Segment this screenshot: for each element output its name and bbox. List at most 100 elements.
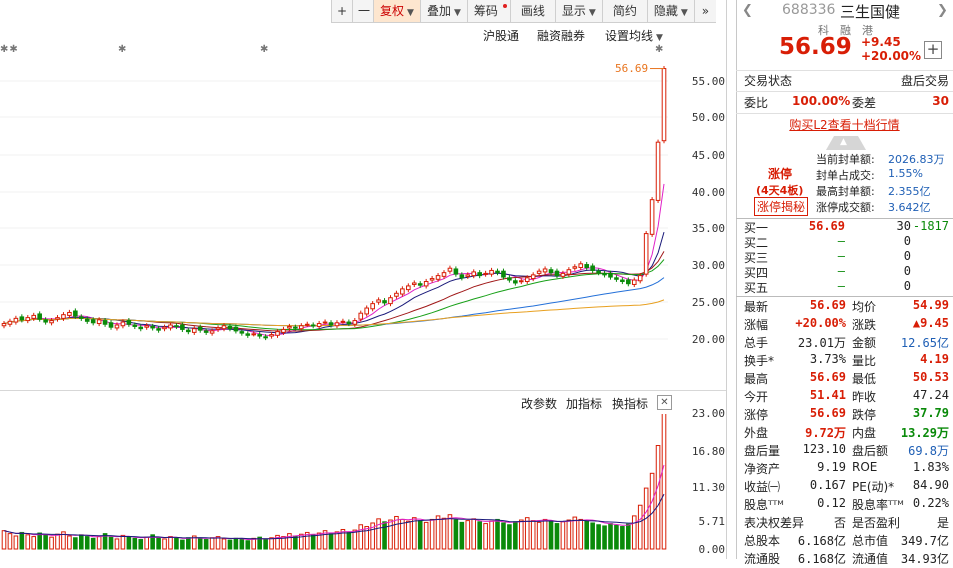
volume-bar[interactable] [584, 520, 590, 550]
volume-bar[interactable] [55, 533, 60, 550]
candle[interactable] [73, 310, 78, 317]
edit-params-button[interactable]: 改参数 [521, 395, 557, 412]
volume-bar[interactable] [435, 515, 441, 550]
candle[interactable] [197, 326, 203, 331]
volume-bar[interactable] [602, 525, 607, 550]
volume-bar[interactable] [358, 524, 364, 550]
volume-bar[interactable] [471, 518, 477, 550]
candle[interactable] [382, 300, 387, 304]
volume-bar[interactable] [501, 522, 506, 550]
volume-bar[interactable] [572, 516, 578, 550]
candle[interactable] [180, 324, 185, 330]
candle[interactable] [7, 320, 13, 325]
volume-bar[interactable] [37, 532, 42, 550]
candle[interactable] [334, 322, 340, 327]
volume-bar[interactable] [394, 515, 399, 550]
volume-bar[interactable] [477, 521, 482, 550]
candle[interactable] [649, 199, 655, 235]
volume-bar[interactable] [132, 537, 138, 550]
candle[interactable] [524, 277, 530, 283]
candle[interactable] [578, 263, 584, 268]
candle[interactable] [513, 280, 518, 284]
candle[interactable] [156, 328, 161, 331]
volume-bar[interactable] [1, 530, 7, 550]
candle[interactable] [191, 328, 197, 333]
candle[interactable] [626, 279, 631, 285]
volume-bar[interactable] [114, 538, 120, 550]
volume-bar[interactable] [90, 537, 96, 550]
candle[interactable] [275, 331, 280, 336]
candle[interactable] [483, 272, 488, 275]
candle[interactable] [203, 330, 209, 333]
candle[interactable] [596, 270, 601, 274]
candle[interactable] [394, 292, 399, 297]
candle[interactable] [471, 271, 477, 277]
candle[interactable] [608, 272, 613, 278]
candle[interactable] [298, 325, 304, 330]
candle[interactable] [388, 297, 393, 305]
candle[interactable] [602, 272, 607, 276]
candle[interactable] [554, 270, 560, 277]
candle[interactable] [49, 320, 54, 324]
candle[interactable] [584, 264, 590, 268]
orderbook-row[interactable]: 买五 — 0 [736, 279, 953, 295]
candle[interactable] [536, 270, 542, 274]
candle[interactable] [13, 317, 19, 323]
candle[interactable] [435, 275, 441, 280]
candle[interactable] [209, 330, 215, 334]
zoom-out-button[interactable]: 一 [352, 0, 373, 22]
candle[interactable] [150, 325, 155, 329]
volume-bar[interactable] [614, 524, 619, 550]
volume-bar[interactable] [411, 517, 417, 550]
candle[interactable] [293, 326, 298, 329]
candle[interactable] [84, 318, 90, 322]
candle[interactable] [560, 272, 566, 277]
candle[interactable] [215, 327, 221, 330]
volume-bar[interactable] [382, 521, 387, 550]
volume-bar[interactable] [423, 521, 429, 550]
volume-bar[interactable] [507, 524, 512, 550]
volume-bar[interactable] [530, 520, 536, 550]
volume-bar[interactable] [84, 536, 90, 550]
candle[interactable] [67, 311, 72, 316]
candle[interactable] [465, 274, 471, 277]
candle[interactable] [227, 325, 233, 330]
candle[interactable] [162, 326, 167, 330]
volume-bar[interactable] [239, 539, 245, 550]
volume-bar[interactable] [447, 514, 453, 550]
volume-bar[interactable] [269, 537, 274, 550]
candle[interactable] [37, 313, 42, 320]
volume-bar[interactable] [554, 523, 560, 550]
volume-bar[interactable] [186, 537, 191, 550]
volume-bar[interactable] [590, 522, 595, 550]
candle[interactable] [631, 279, 637, 285]
candle[interactable] [186, 329, 191, 333]
volume-bar[interactable] [620, 526, 625, 550]
candle[interactable] [447, 267, 453, 272]
volume-bar[interactable] [156, 537, 161, 550]
candle[interactable] [364, 307, 370, 315]
volume-bar[interactable] [174, 537, 179, 550]
candle[interactable] [126, 320, 132, 325]
candle[interactable] [406, 285, 411, 291]
candlestick-chart[interactable] [0, 42, 668, 390]
collapse-panel-icon[interactable]: » [693, 0, 716, 22]
orderbook-row[interactable]: 买四 —0 [736, 264, 953, 280]
candle[interactable] [590, 265, 595, 271]
orderbook-row[interactable]: 买三 —0 [736, 249, 953, 265]
candle[interactable] [453, 268, 459, 275]
candle[interactable] [328, 322, 334, 326]
volume-bar[interactable] [655, 445, 661, 550]
volume-bar[interactable] [441, 517, 447, 550]
volume-bar[interactable] [560, 521, 566, 550]
candle[interactable] [114, 324, 120, 329]
volume-bar[interactable] [67, 535, 72, 550]
volume-bar[interactable] [43, 534, 48, 550]
candle[interactable] [287, 325, 292, 329]
candle[interactable] [370, 303, 375, 310]
chevron-up-icon[interactable]: ▲ [840, 137, 847, 147]
candle[interactable] [245, 333, 251, 336]
display-button[interactable]: 显示 ▼ [554, 0, 602, 22]
candle[interactable] [257, 334, 262, 337]
candle[interactable] [501, 270, 506, 278]
